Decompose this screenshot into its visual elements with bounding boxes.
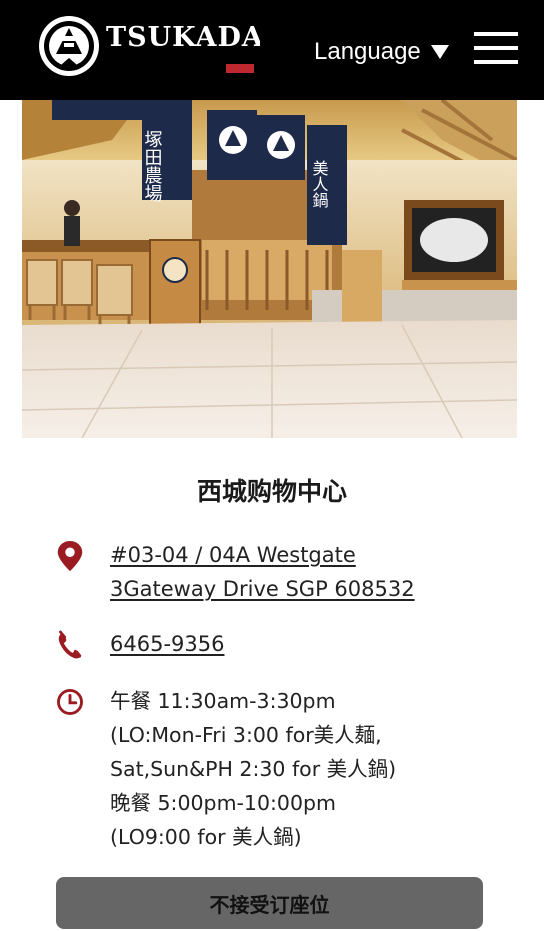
hamburger-menu-icon[interactable] bbox=[474, 30, 518, 66]
map-pin-icon bbox=[57, 540, 83, 572]
address-link-line1[interactable]: #03-04 / 04A Westgate bbox=[110, 543, 356, 567]
site-header: TSUKADA NOJO Language bbox=[0, 0, 544, 100]
phone-row: 6465-9356 bbox=[56, 627, 496, 663]
address-link-line2[interactable]: 3Gateway Drive SGP 608532 bbox=[110, 577, 415, 601]
caret-down-icon[interactable] bbox=[430, 45, 449, 59]
language-selector[interactable]: Language bbox=[314, 36, 449, 68]
language-label[interactable]: Language bbox=[314, 38, 421, 66]
banner-text-bijin-nabe: 美人鍋 bbox=[310, 160, 329, 208]
hours-line: 晚餐 5:00pm-10:00pm bbox=[110, 791, 336, 815]
phone-link[interactable]: 6465-9356 bbox=[110, 632, 224, 656]
store-photo: 塚田農場 美人鍋 bbox=[22, 100, 517, 438]
hours-line: (LO:Mon-Fri 3:00 for美人麺, bbox=[110, 723, 382, 747]
phone-icon bbox=[58, 630, 82, 659]
opening-hours-row: 午餐 11:30am-3:30pm (LO:Mon-Fri 3:00 for美人… bbox=[56, 684, 496, 854]
clock-icon bbox=[57, 689, 83, 715]
hours-line: 午餐 11:30am-3:30pm bbox=[110, 689, 336, 713]
banner-text-tsukada: 塚田農場 bbox=[142, 130, 163, 203]
opening-hours-text: 午餐 11:30am-3:30pm (LO:Mon-Fri 3:00 for美人… bbox=[110, 684, 396, 854]
address-row: #03-04 / 04A Westgate 3Gateway Drive SGP… bbox=[56, 538, 496, 608]
reservation-unavailable-button[interactable]: 不接受订座位 bbox=[56, 877, 483, 929]
store-name: 西城购物中心 bbox=[196, 477, 347, 506]
hours-line: (LO9:00 for 美人鍋) bbox=[110, 825, 302, 849]
hours-line: Sat,Sun&PH 2:30 for 美人鍋) bbox=[110, 757, 397, 781]
tsukada-nojo-logo[interactable]: TSUKADA NOJO bbox=[36, 12, 260, 82]
logo-wordmark-top: TSUKADA NOJO bbox=[106, 22, 260, 53]
